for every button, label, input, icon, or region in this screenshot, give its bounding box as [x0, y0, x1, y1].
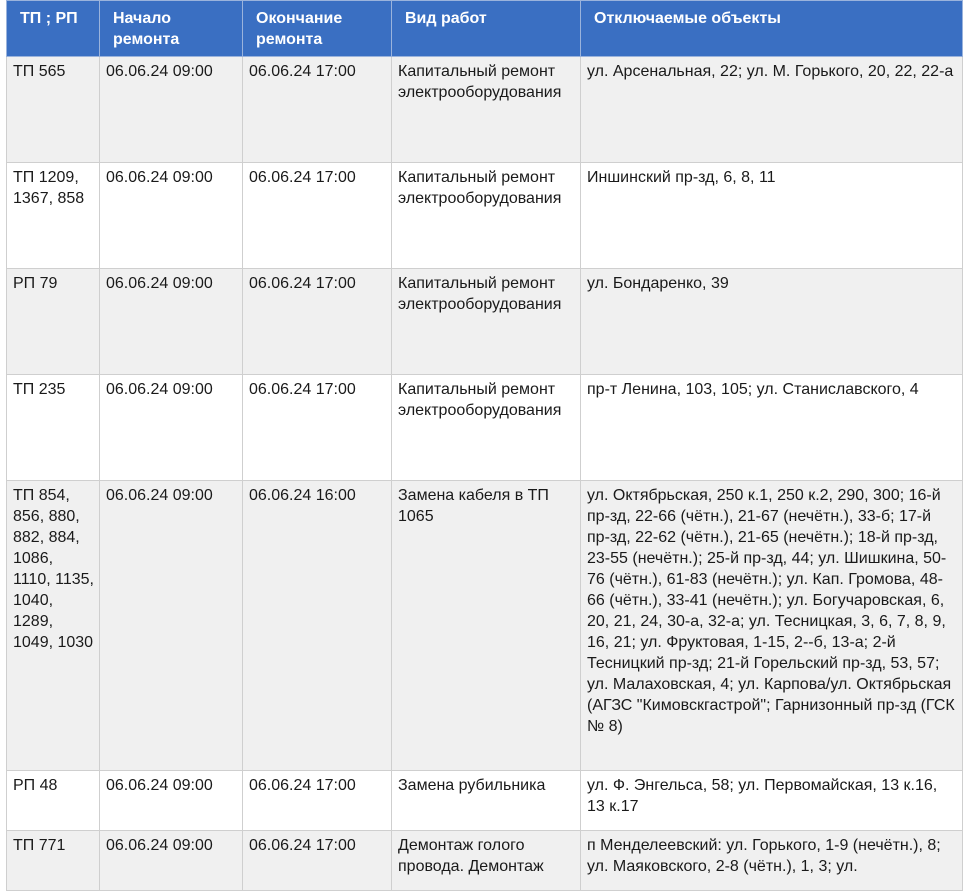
header-end: Окончание ремонта [242, 0, 392, 57]
cell-tp: ТП 1209, 1367, 858 [6, 162, 100, 269]
cell-work: Демонтаж голого провода. Демонтаж [391, 830, 581, 891]
cell-objects: п Менделеевский: ул. Горького, 1-9 (нечё… [580, 830, 963, 891]
cell-start: 06.06.24 09:00 [99, 268, 243, 375]
cell-start: 06.06.24 09:00 [99, 374, 243, 481]
cell-work: Замена кабеля в ТП 1065 [391, 480, 581, 771]
cell-end: 06.06.24 16:00 [242, 480, 392, 771]
cell-work: Капитальный ремонт электрооборудования [391, 268, 581, 375]
cell-end: 06.06.24 17:00 [242, 56, 392, 163]
cell-start: 06.06.24 09:00 [99, 830, 243, 891]
cell-tp: РП 48 [6, 770, 100, 831]
cell-start: 06.06.24 09:00 [99, 480, 243, 771]
cell-objects: ул. Октябрьская, 250 к.1, 250 к.2, 290, … [580, 480, 963, 771]
cell-end: 06.06.24 17:00 [242, 770, 392, 831]
table-header-row: ТП ; РП Начало ремонта Окончание ремонта… [6, 0, 963, 57]
header-start: Начало ремонта [99, 0, 243, 57]
cell-objects: Иншинский пр-зд, 6, 8, 11 [580, 162, 963, 269]
cell-end: 06.06.24 17:00 [242, 162, 392, 269]
header-objects: Отключаемые объекты [580, 0, 963, 57]
outage-schedule-table: ТП ; РП Начало ремонта Окончание ремонта… [6, 0, 963, 891]
table-row: ТП 854, 856, 880, 882, 884, 1086, 1110, … [6, 480, 963, 771]
cell-end: 06.06.24 17:00 [242, 830, 392, 891]
table-row: ТП 771 06.06.24 09:00 06.06.24 17:00 Дем… [6, 830, 963, 891]
cell-start: 06.06.24 09:00 [99, 770, 243, 831]
cell-objects: ул. Арсенальная, 22; ул. М. Горького, 20… [580, 56, 963, 163]
table-row: РП 79 06.06.24 09:00 06.06.24 17:00 Капи… [6, 268, 963, 375]
cell-work: Капитальный ремонт электрооборудования [391, 374, 581, 481]
table-row: РП 48 06.06.24 09:00 06.06.24 17:00 Заме… [6, 770, 963, 831]
cell-work: Замена рубильника [391, 770, 581, 831]
cell-tp: РП 79 [6, 268, 100, 375]
cell-objects: ул. Бондаренко, 39 [580, 268, 963, 375]
cell-tp: ТП 771 [6, 830, 100, 891]
table-row: ТП 235 06.06.24 09:00 06.06.24 17:00 Кап… [6, 374, 963, 481]
cell-end: 06.06.24 17:00 [242, 374, 392, 481]
cell-tp: ТП 565 [6, 56, 100, 163]
cell-objects: ул. Ф. Энгельса, 58; ул. Первомайская, 1… [580, 770, 963, 831]
cell-start: 06.06.24 09:00 [99, 56, 243, 163]
cell-end: 06.06.24 17:00 [242, 268, 392, 375]
header-tp-rp: ТП ; РП [6, 0, 100, 57]
cell-tp: ТП 854, 856, 880, 882, 884, 1086, 1110, … [6, 480, 100, 771]
header-work-type: Вид работ [391, 0, 581, 57]
cell-tp: ТП 235 [6, 374, 100, 481]
cell-objects: пр-т Ленина, 103, 105; ул. Станиславског… [580, 374, 963, 481]
cell-work: Капитальный ремонт электрооборудования [391, 162, 581, 269]
cell-start: 06.06.24 09:00 [99, 162, 243, 269]
table-row: ТП 565 06.06.24 09:00 06.06.24 17:00 Кап… [6, 56, 963, 163]
table-row: ТП 1209, 1367, 858 06.06.24 09:00 06.06.… [6, 162, 963, 269]
cell-work: Капитальный ремонт электрооборудования [391, 56, 581, 163]
